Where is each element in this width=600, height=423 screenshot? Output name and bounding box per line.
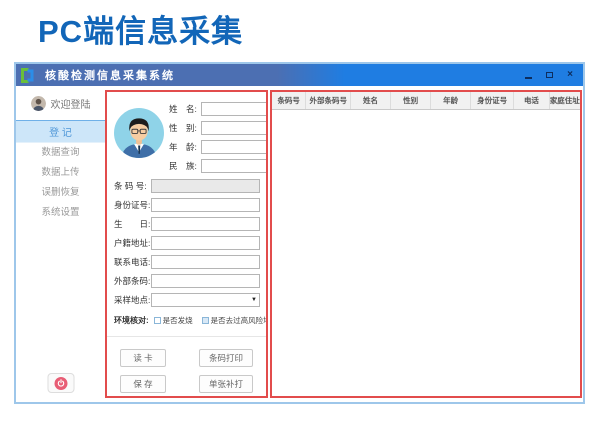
environment-check-label: 环境核对: [114,315,149,326]
sidebar-item-register[interactable]: 登 记 [16,120,105,143]
high-risk-area-checkbox-label: 是否去过高风险地区 [211,315,268,326]
fever-checkbox[interactable] [154,317,161,324]
sidebar-item-system-settings[interactable]: 系统设置 [16,203,105,223]
form-row-id-number: 身份证号: [114,198,260,212]
id-number-label: 身份证号: [114,199,151,211]
minimize-icon[interactable] [523,69,533,81]
form-row-external-barcode: 外部条码: [114,274,260,288]
ethnicity-field[interactable] [201,159,268,173]
power-icon [54,377,67,390]
ethnicity-label: 民 族: [169,160,201,172]
form-row-ethnicity: 民 族: [169,159,268,173]
user-avatar [31,96,46,111]
col-barcode[interactable]: 条码号 [272,92,306,109]
age-label: 年 龄: [169,141,201,153]
sidebar-item-recover-deleted[interactable]: 误删恢复 [16,183,105,203]
table-header-row: 条码号 外部条码号 姓名 性别 年龄 身份证号 电话 家庭住址 [272,92,580,109]
external-barcode-field[interactable] [151,274,260,288]
maximize-icon[interactable] [544,69,554,81]
col-home-address[interactable]: 家庭住址 [549,92,580,109]
high-risk-area-checkbox[interactable] [202,317,209,324]
birthday-label: 生 日: [114,218,151,230]
app-logo-icon [21,68,36,83]
sidebar-item-data-upload[interactable]: 数据上传 [16,163,105,183]
phone-label: 联系电话: [114,256,151,268]
form-row-name: 姓 名: [169,102,268,116]
single-reprint-button[interactable]: 单张补打 [199,375,253,393]
registered-address-field[interactable] [151,236,260,250]
titlebar: 核酸检测信息采集系统 × [16,64,583,86]
form-row-gender: 性 别: [169,121,268,135]
name-field[interactable] [201,102,268,116]
registered-address-label: 户籍地址: [114,237,151,249]
col-name[interactable]: 姓名 [351,92,391,109]
save-button[interactable]: 保 存 [120,375,166,393]
read-card-button[interactable]: 读 卡 [120,349,166,367]
phone-field[interactable] [151,255,260,269]
col-id-number[interactable]: 身份证号 [471,92,514,109]
form-row-age: 年 龄: [169,140,268,154]
age-field[interactable] [201,140,268,154]
col-age[interactable]: 年龄 [431,92,471,109]
welcome-row: 欢迎登陆 [16,86,105,120]
barcode-print-button[interactable]: 条码打印 [199,349,253,367]
cartoon-man-avatar [114,108,164,158]
col-external-barcode[interactable]: 外部条码号 [306,92,351,109]
form-row-sampling-location: 采样地点: [114,293,260,307]
form-button-area: 读 卡 条码打印 保 存 单张补打 [107,336,266,393]
col-gender[interactable]: 性别 [391,92,431,109]
form-row-registered-address: 户籍地址: [114,236,260,250]
sidebar-item-data-query[interactable]: 数据查询 [16,143,105,163]
logout-button[interactable] [47,373,74,393]
birthday-field[interactable] [151,217,260,231]
environment-check-row: 环境核对: 是否发烧 是否去过高风险地区 [107,307,266,326]
app-window: 核酸检测信息采集系统 × 欢迎登陆 登 记 数据查询 [14,62,585,404]
page: PC端信息采集 核酸检测信息采集系统 × [0,0,600,423]
records-table-panel: 条码号 外部条码号 姓名 性别 年龄 身份证号 电话 家庭住址 [270,90,582,398]
fever-checkbox-label: 是否发烧 [163,315,193,326]
sidebar: 欢迎登陆 登 记 数据查询 数据上传 误删恢复 系统设置 [16,86,105,402]
col-phone[interactable]: 电话 [514,92,549,109]
external-barcode-label: 外部条码: [114,275,151,287]
welcome-label: 欢迎登陆 [51,96,91,111]
page-title: PC端信息采集 [38,6,243,51]
name-label: 姓 名: [169,103,201,115]
window-body: 欢迎登陆 登 记 数据查询 数据上传 误删恢复 系统设置 [16,86,583,402]
form-row-birthday: 生 日: [114,217,260,231]
barcode-field [151,179,260,193]
id-number-field[interactable] [151,198,260,212]
close-icon[interactable]: × [565,69,575,81]
registration-form: 姓 名: 性 别: 年 龄: 民 族: [105,90,268,398]
window-controls: × [523,64,575,86]
records-table: 条码号 外部条码号 姓名 性别 年龄 身份证号 电话 家庭住址 [272,92,580,110]
gender-field[interactable] [201,121,268,135]
sampling-location-select[interactable] [151,293,260,307]
window-title: 核酸检测信息采集系统 [45,67,175,83]
sampling-location-label: 采样地点: [114,294,151,306]
form-row-phone: 联系电话: [114,255,260,269]
form-row-barcode: 条 码 号: [114,179,260,193]
gender-label: 性 别: [169,122,201,134]
barcode-label: 条 码 号: [114,180,151,192]
